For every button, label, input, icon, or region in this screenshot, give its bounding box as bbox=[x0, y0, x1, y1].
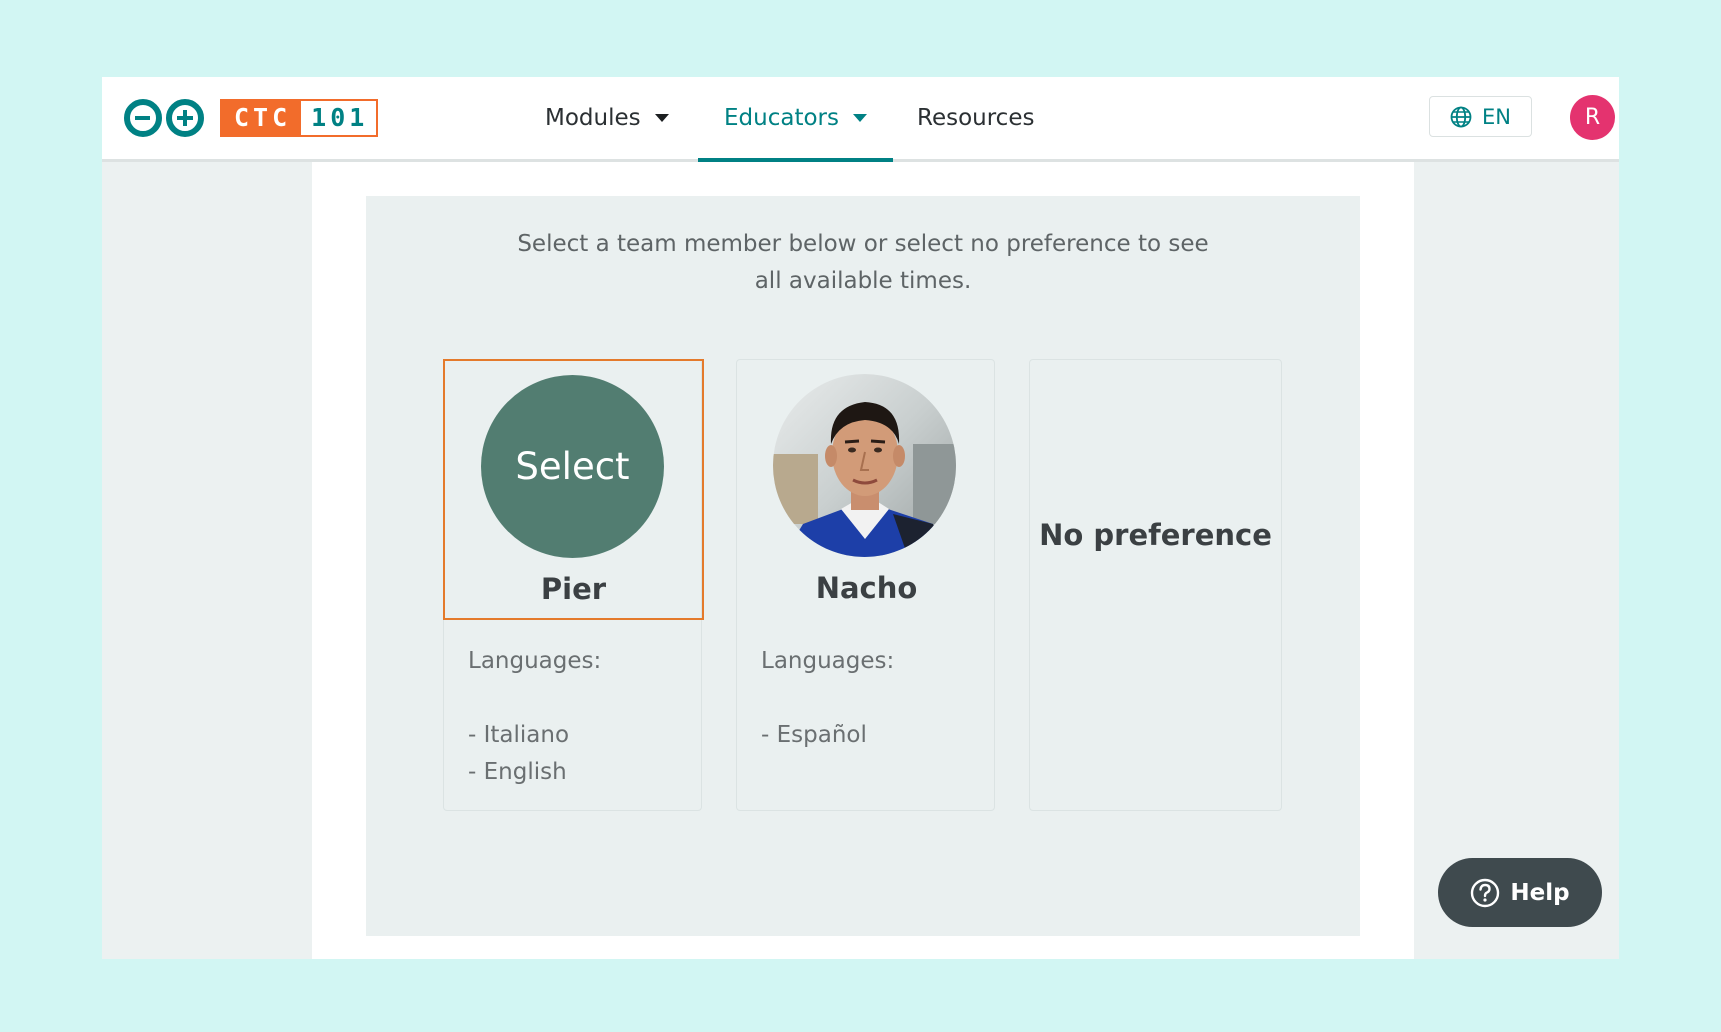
logo-wordmark: CTC 101 bbox=[220, 99, 379, 137]
member-card-pier: Select Pier Languages: - Italiano - Engl… bbox=[443, 359, 704, 811]
nav-modules-label: Modules bbox=[545, 105, 641, 131]
chevron-down-icon bbox=[654, 114, 669, 122]
help-label: Help bbox=[1510, 879, 1570, 906]
chevron-down-icon bbox=[852, 113, 867, 122]
logo-ctc-text: CTC bbox=[222, 101, 302, 135]
portrait-photo bbox=[773, 374, 956, 557]
member-photo bbox=[773, 374, 956, 557]
nav-resources[interactable]: Resources bbox=[917, 77, 1034, 159]
booking-panel: Select a team member below or select no … bbox=[366, 196, 1360, 936]
instructions-text: Select a team member below or select no … bbox=[517, 231, 1209, 294]
member-select-pier[interactable]: Select Pier bbox=[443, 359, 704, 620]
question-circle-icon bbox=[1471, 878, 1500, 907]
nav-resources-label: Resources bbox=[917, 105, 1035, 131]
member-name: Pier bbox=[540, 572, 607, 606]
arduino-infinity-icon bbox=[124, 99, 204, 137]
member-languages: Languages: - Italiano - English bbox=[468, 643, 601, 791]
logo-101-text: 101 bbox=[301, 101, 377, 135]
languages-heading: Languages: bbox=[761, 648, 895, 674]
ctc-101-logo[interactable]: CTC 101 bbox=[123, 96, 379, 140]
select-overlay-label: Select bbox=[515, 445, 630, 488]
language-item: - Italiano bbox=[468, 722, 570, 748]
language-label: EN bbox=[1482, 104, 1511, 129]
language-item: - English bbox=[468, 759, 567, 785]
member-name: Nacho bbox=[815, 571, 918, 605]
languages-heading: Languages: bbox=[468, 648, 602, 674]
language-item: - Español bbox=[761, 722, 867, 748]
language-selector[interactable]: EN bbox=[1429, 96, 1532, 137]
member-card-nacho: Nacho Languages: - Español bbox=[736, 359, 995, 811]
nav-modules[interactable]: Modules bbox=[545, 77, 669, 159]
user-avatar[interactable]: R bbox=[1570, 95, 1615, 140]
app-window: CTC 101 Modules Educators Resources EN R… bbox=[102, 77, 1619, 959]
select-overlay: Select bbox=[481, 375, 664, 558]
member-select-nacho[interactable]: Nacho bbox=[736, 359, 997, 620]
nav-educators-label: Educators bbox=[724, 104, 839, 131]
globe-icon bbox=[1450, 106, 1472, 127]
help-button[interactable]: Help bbox=[1438, 858, 1602, 927]
top-navbar: CTC 101 Modules Educators Resources EN R bbox=[102, 77, 1619, 162]
no-preference-card[interactable]: No preference bbox=[1029, 359, 1282, 811]
no-preference-label: No preference bbox=[1039, 518, 1272, 552]
nav-educators[interactable]: Educators bbox=[698, 77, 893, 162]
member-languages: Languages: - Español bbox=[761, 643, 894, 754]
